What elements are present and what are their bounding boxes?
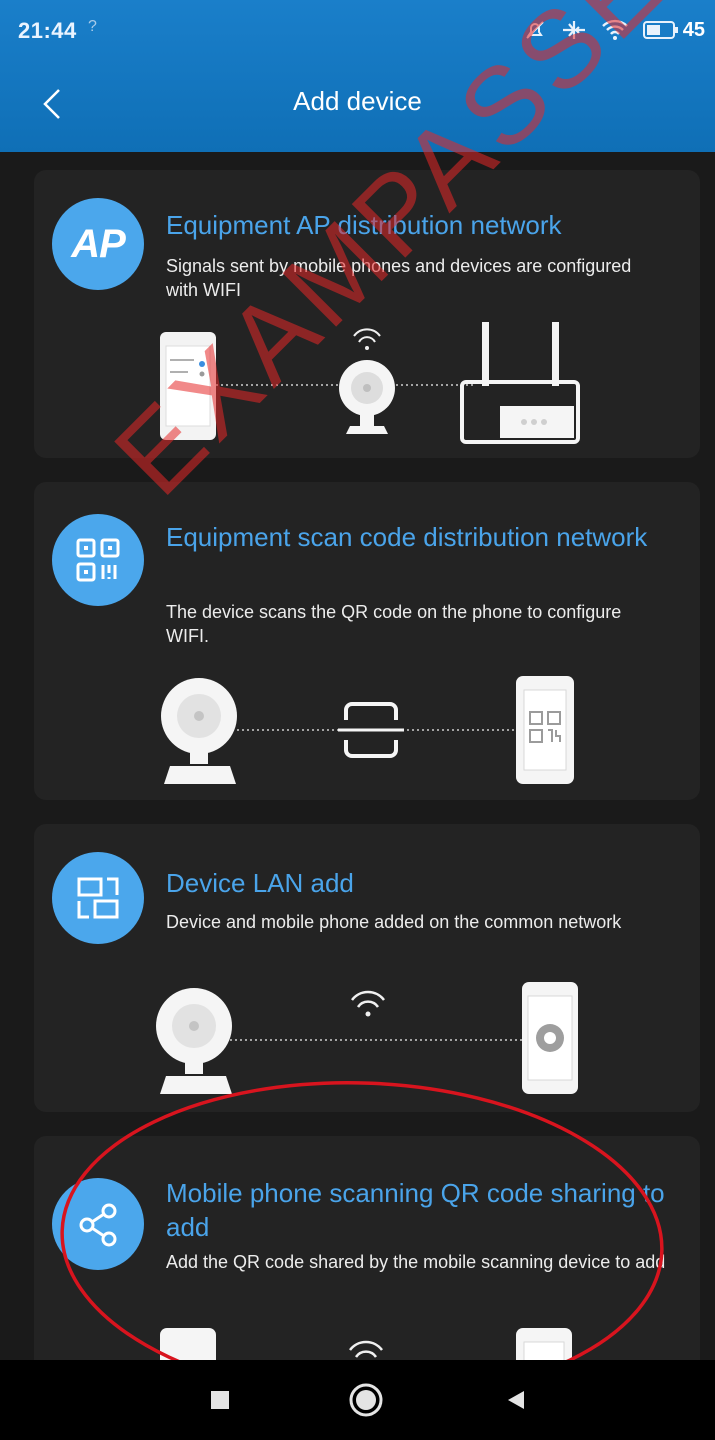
status-bar: 21:44 ? 45 <box>0 0 715 62</box>
page-title: Add device <box>293 86 422 116</box>
share-illustration <box>34 1322 700 1360</box>
phone-qr-illustration-icon <box>516 676 574 784</box>
back-triangle-icon <box>508 1391 524 1409</box>
ap-illustration <box>34 320 700 450</box>
system-nav-bar <box>0 1360 715 1440</box>
airplane-icon <box>561 18 587 42</box>
status-time: 21:44 <box>18 18 77 43</box>
wifi-icon <box>601 18 629 42</box>
ap-icon-label: AP <box>71 221 126 266</box>
home-button[interactable] <box>344 1378 388 1422</box>
ap-icon: AP <box>52 198 144 290</box>
card-title: Mobile phone scanning QR code sharing to… <box>166 1178 665 1242</box>
card-description: Device and mobile phone added on the com… <box>166 912 622 932</box>
lan-icon <box>52 852 144 944</box>
card-description: Add the QR code shared by the mobile sca… <box>166 1252 666 1272</box>
recents-square-icon <box>211 1391 229 1409</box>
scan-code-illustration <box>34 672 700 790</box>
phone-app-illustration-icon <box>522 982 578 1094</box>
phone-illustration-icon <box>516 1328 572 1360</box>
camera-illustration-icon <box>339 328 395 434</box>
camera-illustration-icon <box>161 678 237 784</box>
mute-icon <box>523 18 547 42</box>
option-card-share-qr[interactable]: Mobile phone scanning QR code sharing to… <box>34 1136 700 1360</box>
home-circle-icon <box>349 1383 383 1417</box>
lan-illustration <box>34 974 700 1104</box>
wifi-illustration-icon <box>351 990 385 1017</box>
card-description: The device scans the QR code on the phon… <box>166 602 622 646</box>
app-header: 21:44 ? 45 Add device <box>0 0 715 152</box>
back-nav-button[interactable] <box>494 1378 538 1422</box>
recents-button[interactable] <box>198 1378 242 1422</box>
battery-level: 45 <box>682 18 705 41</box>
option-card-ap[interactable]: AP Equipment AP distribution network Sig… <box>34 170 700 458</box>
phone-illustration-icon <box>160 1328 216 1360</box>
camera-illustration-icon <box>156 988 232 1094</box>
router-illustration-icon <box>460 322 580 444</box>
phone-illustration-icon <box>160 332 216 440</box>
card-title: Equipment scan code distribution network <box>166 522 648 552</box>
option-card-scan-code[interactable]: Equipment scan code distribution network… <box>34 482 700 800</box>
card-title: Device LAN add <box>166 868 354 898</box>
qr-code-icon <box>52 514 144 606</box>
share-icon <box>52 1178 144 1270</box>
card-title: Equipment AP distribution network <box>166 210 562 240</box>
battery-icon: 45 <box>642 18 705 42</box>
scan-frame-icon <box>338 702 404 758</box>
status-sub-indicator: ? <box>88 18 97 35</box>
status-icons: 45 <box>523 14 705 46</box>
option-card-lan[interactable]: Device LAN add Device and mobile phone a… <box>34 824 700 1112</box>
add-device-list[interactable]: AP Equipment AP distribution network Sig… <box>0 152 715 1360</box>
card-description: Signals sent by mobile phones and device… <box>166 256 632 300</box>
wifi-illustration-icon <box>349 1340 383 1358</box>
